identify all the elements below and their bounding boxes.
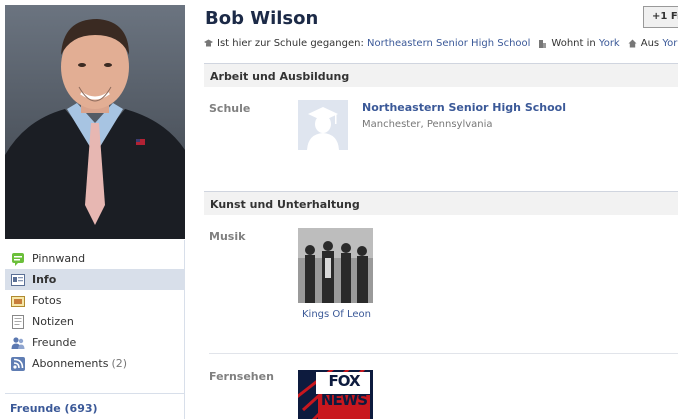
nav-item-label: Notizen (32, 315, 74, 328)
music-thumbnail[interactable] (298, 228, 373, 303)
tv-logo-text: FOX NEWS (320, 372, 368, 409)
lives-link[interactable]: York (599, 38, 620, 49)
nav-item-label: Pinnwand (32, 252, 86, 265)
tv-label: Fernsehen (209, 370, 274, 383)
school-thumbnail[interactable] (298, 100, 348, 150)
photos-icon (11, 294, 25, 308)
profile-info-line: Ist hier zur Schule gegangen: Northeaste… (204, 38, 678, 49)
profile-name: Bob Wilson (205, 8, 319, 29)
nav-item-label: Freunde (32, 336, 77, 349)
tv-thumbnail[interactable]: FOX NEWS (298, 370, 373, 419)
section-divider (209, 353, 678, 354)
nav-item-label: Info (32, 273, 57, 286)
nav-item-subscriptions[interactable]: Abonnements (2) (5, 353, 185, 374)
subscriptions-count: (2) (111, 357, 128, 370)
nav-item-info[interactable]: Info (5, 269, 185, 290)
profile-photo[interactable] (5, 5, 185, 239)
add-friend-button[interactable]: +1 Fr (643, 6, 678, 28)
notes-icon (11, 314, 25, 329)
school-link[interactable]: Northeastern Senior High School (367, 38, 530, 49)
music-label: Musik (209, 230, 246, 243)
music-item-link[interactable]: Kings Of Leon (302, 309, 371, 320)
section-header-work: Arbeit und Ausbildung (204, 63, 678, 87)
nav-item-label: Abonnements (32, 357, 109, 370)
school-prefix: Ist hier zur Schule gegangen: (217, 38, 364, 49)
nav-item-photos[interactable]: Fotos (5, 290, 185, 311)
school-icon (204, 39, 213, 48)
school-location: Manchester, Pennsylvania (362, 119, 493, 130)
home-icon (628, 39, 637, 48)
friends-box-title[interactable]: Freunde (693) (10, 402, 98, 415)
info-icon (11, 273, 25, 287)
rss-icon (11, 356, 25, 371)
graduation-silhouette-icon (298, 100, 348, 150)
school-label: Schule (209, 102, 251, 115)
building-icon (538, 39, 547, 48)
nav-item-notes[interactable]: Notizen (5, 311, 185, 332)
section-header-arts: Kunst und Unterhaltung (204, 191, 678, 215)
nav-item-friends[interactable]: Freunde (5, 332, 185, 353)
school-name-link[interactable]: Northeastern Senior High School (362, 101, 566, 114)
lives-prefix: Wohnt in (551, 38, 596, 49)
profile-nav: Pinnwand Info Fotos Notizen Freunde Abon… (5, 248, 185, 374)
nav-item-label: Fotos (32, 294, 62, 307)
nav-item-wall[interactable]: Pinnwand (5, 248, 185, 269)
friends-icon (11, 336, 25, 350)
from-link[interactable]: York (662, 38, 678, 49)
from-prefix: Aus (640, 38, 660, 49)
wall-icon (11, 252, 25, 266)
